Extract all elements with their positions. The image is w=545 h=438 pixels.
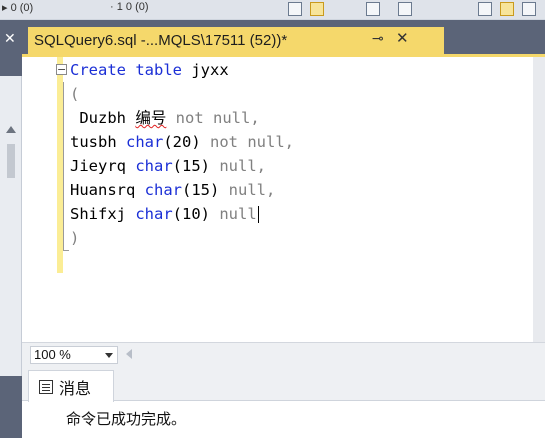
code-token: Jieyrq xyxy=(70,157,136,175)
toolbar-icon-active[interactable] xyxy=(500,2,514,16)
code-token: Huansrq xyxy=(70,181,145,199)
code-token: (15) xyxy=(181,181,229,199)
chevron-down-icon xyxy=(105,353,113,358)
object-explorer-panel xyxy=(0,76,22,376)
tab-sqlquery6[interactable]: SQLQuery6.sql -...MQLS\17511 (52))* ⊸ ✕ xyxy=(28,27,444,54)
scrollbar-thumb[interactable] xyxy=(7,144,15,178)
query-editor[interactable]: − Create table jyxx( Duzbh 编号 not null, tu… xyxy=(22,54,545,345)
code-line[interactable]: Huansrq char(15) null, xyxy=(70,178,294,202)
code-token: (20) xyxy=(163,133,210,151)
code-token: 编号 xyxy=(135,109,167,127)
toolbar-icon[interactable] xyxy=(398,2,412,16)
code-token: jyxx xyxy=(191,61,229,79)
close-tab-icon[interactable]: ✕ xyxy=(396,29,409,47)
scroll-left-icon[interactable] xyxy=(126,349,132,359)
pin-icon[interactable]: ⊸ xyxy=(372,30,384,47)
document-tab-bar: SQLQuery6.sql -...MQLS\17511 (52))* ⊸ ✕ xyxy=(22,20,545,54)
close-icon[interactable]: ✕ xyxy=(4,30,16,47)
code-token: char xyxy=(135,157,173,175)
left-side-strip: ✕ xyxy=(0,20,22,438)
results-tab-bar: 消息 xyxy=(22,366,545,402)
toolbar-icon-active[interactable] xyxy=(310,2,324,16)
toolbar-icon[interactable] xyxy=(288,2,302,16)
tab-messages[interactable]: 消息 xyxy=(28,370,114,402)
code-line[interactable]: ( xyxy=(70,82,294,106)
code-line[interactable]: Shifxj char(10) null xyxy=(70,202,294,226)
code-line[interactable]: Duzbh 编号 not null, xyxy=(70,106,294,130)
code-line[interactable]: tusbh char(20) not null, xyxy=(70,130,294,154)
code-token: null, xyxy=(219,157,266,175)
code-token: Create table xyxy=(70,61,192,79)
code-token: null, xyxy=(228,181,276,199)
code-token: Duzbh xyxy=(70,109,136,127)
collapse-icon[interactable]: − xyxy=(56,64,67,75)
code-token: not null, xyxy=(210,133,294,151)
toolbar-icon[interactable] xyxy=(478,2,492,16)
code-token: char xyxy=(126,133,164,151)
code-token: (15) xyxy=(172,157,220,175)
tab-title: SQLQuery6.sql -...MQLS\17511 (52))* xyxy=(34,32,288,49)
code-token: Shifxj xyxy=(70,205,136,223)
text-caret xyxy=(257,206,259,223)
code-token: not null, xyxy=(166,109,260,127)
fold-guide-end xyxy=(63,250,69,251)
result-message: 命令已成功完成。 xyxy=(66,410,187,428)
zoom-value: 100 % xyxy=(34,347,71,362)
code-token: char xyxy=(135,205,173,223)
scroll-up-icon[interactable] xyxy=(6,126,16,133)
code-line[interactable]: Jieyrq char(15) null, xyxy=(70,154,294,178)
toolbar: ▸ 0 (0) · 1 0 (0) xyxy=(0,0,545,20)
results-pane: 消息 命令已成功完成。 xyxy=(22,366,545,438)
code-line[interactable]: ) xyxy=(70,226,294,250)
toolbar-fragment: · 1 0 (0) xyxy=(110,1,149,13)
code-token: ( xyxy=(70,85,80,103)
zoom-bar: 100 % xyxy=(22,342,545,366)
code-token: char xyxy=(144,181,182,199)
zoom-select[interactable]: 100 % xyxy=(30,346,118,364)
fold-guide xyxy=(63,82,69,250)
tab-messages-label: 消息 xyxy=(59,378,92,398)
code-token: null xyxy=(219,205,257,223)
code-token: (10) xyxy=(172,205,220,223)
code-token: tusbh xyxy=(70,133,126,151)
messages-icon xyxy=(39,379,53,394)
toolbar-icon[interactable] xyxy=(366,2,380,16)
toolbar-icon[interactable] xyxy=(522,2,536,16)
code-token: ) xyxy=(70,229,80,247)
vertical-scrollbar[interactable] xyxy=(533,57,545,345)
toolbar-fragment: ▸ 0 (0) xyxy=(2,2,34,14)
code-text[interactable]: − Create table jyxx( Duzbh 编号 not null, tu… xyxy=(56,58,294,250)
code-line[interactable]: − Create table jyxx xyxy=(56,58,294,82)
